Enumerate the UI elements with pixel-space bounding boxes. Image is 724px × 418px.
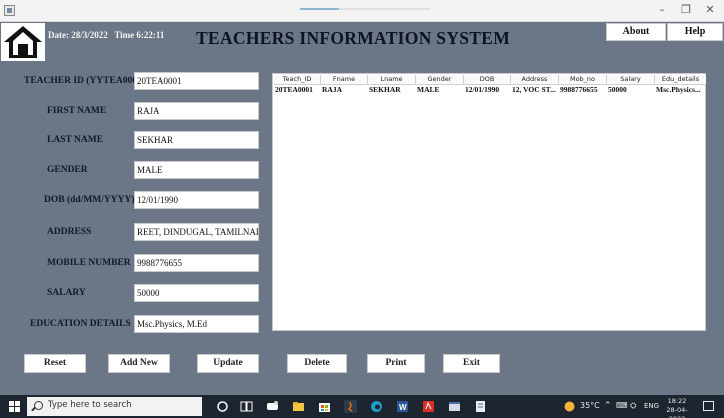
education-details-input[interactable]: Msc.Physics, M.Ed [134,315,259,333]
column-header-gender[interactable]: Gender [416,75,464,85]
maximize-icon[interactable]: ❐ [676,3,696,16]
minimize-icon[interactable]: – [652,3,672,16]
salary-label: SALARY [47,288,86,298]
loading-progress-fill [300,8,339,10]
column-header-mob-no[interactable]: Mob_no [559,75,607,85]
table-cell: 12, VOC ST... [512,85,556,94]
teacher-id-input[interactable]: 20TEA0001 [134,72,259,90]
file-explorer-icon[interactable] [292,400,305,413]
delete-button[interactable]: Delete [287,354,347,373]
search-placeholder: Type here to search [48,400,132,410]
chevron-up-icon[interactable]: ⌃ [604,401,612,411]
table-cell: 12/01/1990 [465,85,500,94]
globe-icon[interactable]: ⛭ [630,401,636,411]
table-cell: 9988776655 [560,85,598,94]
edge-icon[interactable] [370,400,383,413]
loading-progress-bar [300,8,430,10]
taskbar-clock[interactable]: 18:22 28-04-2022 [662,397,692,418]
column-header-address[interactable]: Address [511,75,559,85]
first-name-input[interactable]: RAJA [134,102,259,120]
weather-temperature: 35°C [580,401,600,410]
language-indicator[interactable]: ENG [644,402,659,410]
last-name-label: LAST NAME [47,135,104,145]
windows-taskbar: Type here to search W 35°C ⌃ ⌨ ⛭ ENG 18:… [0,395,724,418]
clock-date: 28-04-2022 [666,406,688,418]
pdf-reader-icon[interactable] [422,400,435,413]
weather-icon[interactable] [563,400,576,413]
notepad-icon[interactable] [474,400,487,413]
table-cell: SEKHAR [369,85,401,94]
column-header-fname[interactable]: Fname [321,75,368,85]
table-cell: 50000 [608,85,627,94]
dob-input[interactable]: 12/01/1990 [134,191,259,209]
notification-icon[interactable] [703,401,714,411]
address-label: ADDRESS [47,227,92,237]
column-header-edu-details[interactable]: Edu_details [655,75,706,85]
exit-button[interactable]: Exit [443,354,500,373]
table-cell: RAJA [322,85,342,94]
column-header-lname[interactable]: Lname [368,75,416,85]
network-icon[interactable]: ⌨ [616,401,628,410]
gender-label: GENDER [47,165,88,175]
update-button[interactable]: Update [197,354,259,373]
table-row[interactable]: 20TEA0001 RAJA SEKHAR MALE 12/01/1990 12… [274,85,706,94]
date-time-display: Date: 28/3/2022 Time 6:22:11 [48,30,165,40]
teams-chat-icon[interactable] [266,400,279,413]
add-new-button[interactable]: Add New [108,354,170,373]
reset-button[interactable]: Reset [24,354,86,373]
salary-input[interactable]: 50000 [134,284,259,302]
cortana-icon[interactable] [216,400,229,413]
teachers-table[interactable]: Teach_ID Fname Lname Gender DOB Address … [272,73,706,331]
mobile-number-label: MOBILE NUMBER [47,258,131,268]
about-button[interactable]: About [606,23,666,41]
windows-start-icon[interactable] [9,401,20,412]
page-title: TEACHERS INFORMATION SYSTEM [196,28,511,48]
table-cell: 20TEA0001 [275,85,313,94]
teacher-id-label: TEACHER ID (YYTEA0000) [24,76,145,86]
gender-input[interactable]: MALE [134,161,259,179]
mobile-number-input[interactable]: 9988776655 [134,254,259,272]
column-header-teach-id[interactable]: Teach_ID [274,75,321,85]
column-header-salary[interactable]: Salary [607,75,655,85]
last-name-input[interactable]: SEKHAR [134,131,259,149]
java-app-icon[interactable] [344,400,357,413]
print-button[interactable]: Print [367,354,425,373]
help-button[interactable]: Help [667,23,723,41]
store-icon[interactable] [318,400,331,413]
taskbar-search-input[interactable]: Type here to search [27,397,202,416]
search-icon [34,401,43,410]
education-details-label: EDUCATION DETAILS [30,319,131,329]
clock-time: 18:22 [667,397,687,405]
address-input[interactable]: REET, DINDUGAL, TAMILNADU. [134,223,259,241]
table-cell: MALE [417,85,440,94]
word-icon[interactable]: W [396,400,409,413]
app-window-taskbar-icon[interactable] [448,400,461,413]
dob-label: DOB (dd/MM/YYYY) [44,195,135,205]
home-icon[interactable] [1,23,45,61]
task-view-icon[interactable] [240,400,253,413]
first-name-label: FIRST NAME [47,106,107,116]
window-title-bar: – ❐ ✕ [0,0,724,22]
svg-text:W: W [399,403,407,412]
close-icon[interactable]: ✕ [700,3,720,16]
column-header-dob[interactable]: DOB [464,75,511,85]
table-cell: Msc.Physics... [656,85,701,94]
app-window-icon [4,5,15,16]
table-header: Teach_ID Fname Lname Gender DOB Address … [274,75,706,85]
